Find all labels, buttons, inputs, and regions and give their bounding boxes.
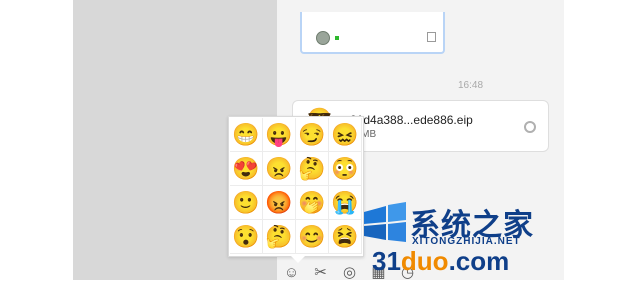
card-icon[interactable] — [427, 32, 436, 42]
file-open-icon[interactable] — [524, 121, 536, 133]
emoji-cell[interactable]: 😠 — [263, 152, 296, 186]
emoji-cell[interactable]: 🤭 — [296, 186, 329, 220]
emoji-cell[interactable]: 😫 — [329, 220, 362, 254]
emoji-cell[interactable]: 🤔 — [263, 220, 296, 254]
previous-message-card[interactable] — [300, 12, 445, 54]
watermark-domain-mid: duo — [400, 246, 449, 276]
emoji-cell[interactable]: 😭 — [329, 186, 362, 220]
emoji-cell[interactable]: 😏 — [296, 118, 329, 152]
smiley-icon[interactable]: ☺ — [277, 260, 306, 284]
emoji-cell[interactable]: 😡 — [263, 186, 296, 220]
message-timestamp: 16:48 — [458, 80, 484, 91]
online-status-icon — [335, 36, 339, 40]
emoji-cell[interactable]: 🤔 — [296, 152, 329, 186]
emoji-cell[interactable]: 😳 — [329, 152, 362, 186]
emoji-cell[interactable]: 😯 — [230, 220, 263, 254]
watermark: 系统之家 XITONGZHIJIA.NET 31duo.com — [360, 196, 560, 286]
watermark-domain: 31duo.com — [372, 246, 509, 277]
emoji-cell[interactable]: 😊 — [296, 220, 329, 254]
watermark-domain-num: 31 — [372, 246, 401, 276]
emoji-picker: 😁 😛 😏 😖 😍 😠 🤔 😳 🙂 😡 🤭 😭 😯 🤔 😊 😫 — [228, 116, 364, 263]
watermark-logo-icon — [364, 202, 406, 242]
emoji-grid: 😁 😛 😏 😖 😍 😠 🤔 😳 🙂 😡 🤭 😭 😯 🤔 😊 😫 — [230, 118, 362, 254]
emoji-cell[interactable]: 😁 — [230, 118, 263, 152]
emoji-cell[interactable]: 😛 — [263, 118, 296, 152]
contact-avatar-icon — [316, 31, 330, 45]
file-name: 01d4a388...ede886.eip — [350, 113, 473, 127]
emoji-cell[interactable]: 🙂 — [230, 186, 263, 220]
emoji-cell[interactable]: 😍 — [230, 152, 263, 186]
scissors-icon[interactable]: ✂ — [306, 260, 335, 284]
emoji-cell[interactable]: 😖 — [329, 118, 362, 152]
watermark-domain-tail: .com — [448, 246, 510, 276]
